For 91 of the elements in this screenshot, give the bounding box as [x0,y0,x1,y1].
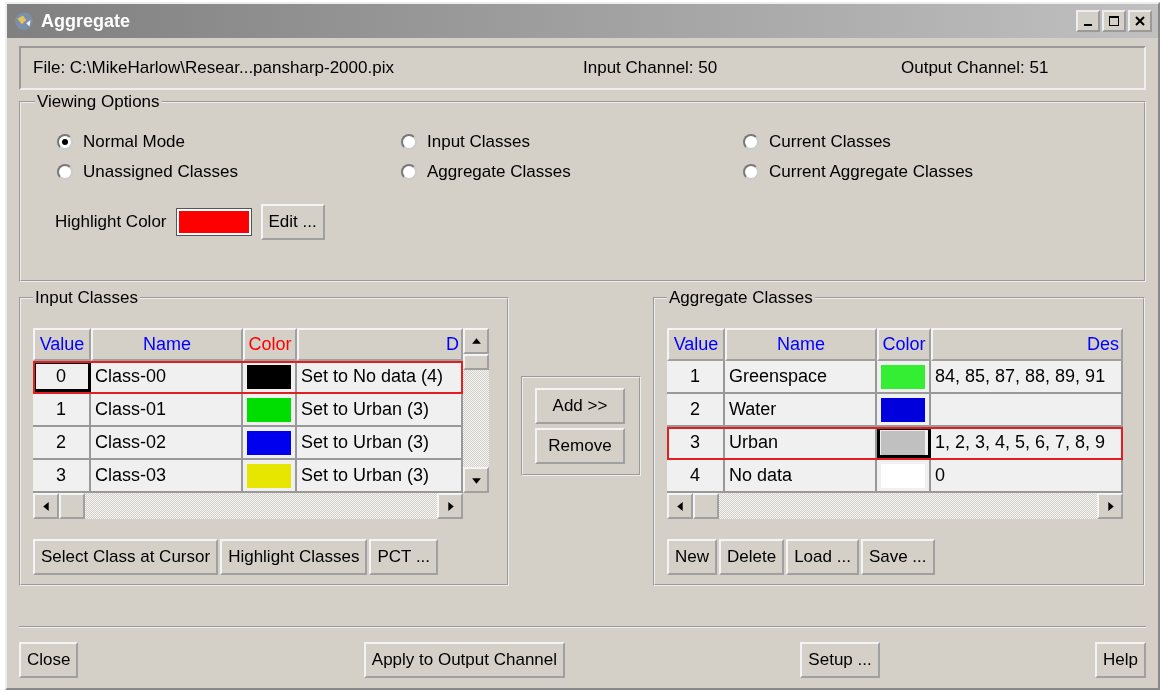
group-title: Viewing Options [36,92,161,112]
footer-button[interactable]: Close [19,642,79,678]
edit-button[interactable]: Edit ... [260,204,325,240]
table-cell: 0 [931,460,1123,491]
radio-option[interactable]: Current Aggregate Classes [743,162,1130,182]
action-button[interactable]: Delete [719,539,785,575]
maximize-button[interactable] [1102,10,1126,32]
radio-label: Input Classes [427,132,530,152]
file-path: File: C:\MikeHarlow\Resear...pansharp-2000.pix [33,58,395,78]
radio-label: Current Aggregate Classes [769,162,974,182]
action-button[interactable]: New [667,539,717,575]
radio-button[interactable] [57,134,73,150]
radio-button[interactable] [743,134,759,150]
minimize-button[interactable] [1076,10,1100,32]
radio-label: Aggregate Classes [427,162,571,182]
table-cell: 84, 85, 87, 88, 89, 91 [931,361,1123,392]
table-row[interactable]: 3 Class-03 Set to Urban (3) [33,460,463,493]
table-cell: No data [725,460,877,491]
scroll-thumb[interactable] [693,493,719,519]
scroll-thumb[interactable] [59,493,85,519]
radio-option[interactable]: Input Classes [401,132,743,152]
table-row[interactable]: 3 Urban 1, 2, 3, 4, 5, 6, 7, 8, 9 [667,427,1123,460]
up-arrow-icon [470,335,482,347]
column-header[interactable]: Name [91,328,243,361]
table-row[interactable]: 1 Class-01 Set to Urban (3) [33,394,463,427]
input-channel-label: Input Channel: 50 [583,58,719,78]
output-channel-label: Output Channel: 51 [901,58,1049,78]
table-cell: Water [725,394,877,425]
action-button[interactable]: Select Class at Cursor [33,539,219,575]
table-cell: 1 [667,361,725,392]
table-cell: 3 [667,427,725,458]
radio-button[interactable] [401,164,417,180]
action-button[interactable]: Load ... [786,539,859,575]
window-title: Aggregate [41,10,131,32]
table-row[interactable]: 4 No data 0 [667,460,1123,493]
group-title: Input Classes [34,288,139,308]
radio-button[interactable] [57,164,73,180]
horizontal-scrollbar[interactable] [33,493,463,519]
footer-button[interactable]: Apply to Output Channel [363,642,566,678]
horizontal-scrollbar[interactable] [667,493,1123,519]
footer-button[interactable]: Help [1095,642,1146,678]
close-icon [1134,15,1146,27]
table-cell: Greenspace [725,361,877,392]
column-header[interactable]: D [297,328,463,361]
footer-button[interactable]: Setup ... [800,642,880,678]
left-arrow-icon [40,500,52,512]
table-cell: Urban [725,427,877,458]
column-header[interactable]: Name [725,328,877,361]
highlight-color-label: Highlight Color [55,212,167,232]
group-title: Aggregate Classes [668,288,814,308]
table-row[interactable]: 2 Class-02 Set to Urban (3) [33,427,463,460]
action-button[interactable]: Save ... [860,539,935,575]
table-cell: 1, 2, 3, 4, 5, 6, 7, 8, 9 [931,427,1123,458]
transfer-button[interactable]: Remove [535,428,625,464]
column-header[interactable]: Value [33,328,91,361]
radio-option[interactable]: Current Classes [743,132,1130,152]
table-cell: 4 [667,460,725,491]
table-cell: Class-01 [91,394,243,425]
maximize-icon [1108,15,1120,27]
table-cell: 0 [33,361,91,392]
left-arrow-icon [674,500,686,512]
table-cell: Class-02 [91,427,243,458]
radio-button[interactable] [401,134,417,150]
column-header[interactable]: Color [877,328,931,361]
table-cell: 2 [33,427,91,458]
table-row[interactable]: 2 Water [667,394,1123,427]
minimize-icon [1084,24,1092,26]
column-header[interactable]: Value [667,328,725,361]
transfer-button[interactable]: Add >> [535,388,625,424]
table-cell: Class-03 [91,460,243,491]
column-header[interactable]: Des [931,328,1123,361]
table-row[interactable]: 1 Greenspace 84, 85, 87, 88, 89, 91 [667,361,1123,394]
globe-icon [13,10,35,32]
radio-option[interactable]: Normal Mode [57,132,401,152]
table-cell: 2 [667,394,725,425]
table-cell: 1 [33,394,91,425]
radio-label: Current Classes [769,132,891,152]
close-button[interactable] [1128,10,1152,32]
table-row[interactable]: 0 Class-00 Set to No data (4) [33,361,463,394]
radio-option[interactable]: Aggregate Classes [401,162,743,182]
radio-option[interactable]: Unassigned Classes [57,162,401,182]
vertical-scrollbar[interactable] [463,328,489,493]
table-cell: Class-00 [91,361,243,392]
action-button[interactable]: Highlight Classes [220,539,368,575]
scroll-thumb[interactable] [463,354,489,370]
radio-button[interactable] [743,164,759,180]
action-button[interactable]: PCT ... [369,539,439,575]
radio-label: Unassigned Classes [83,162,238,182]
table-cell: 3 [33,460,91,491]
highlight-color-swatch[interactable] [176,209,251,235]
radio-label: Normal Mode [83,132,186,152]
